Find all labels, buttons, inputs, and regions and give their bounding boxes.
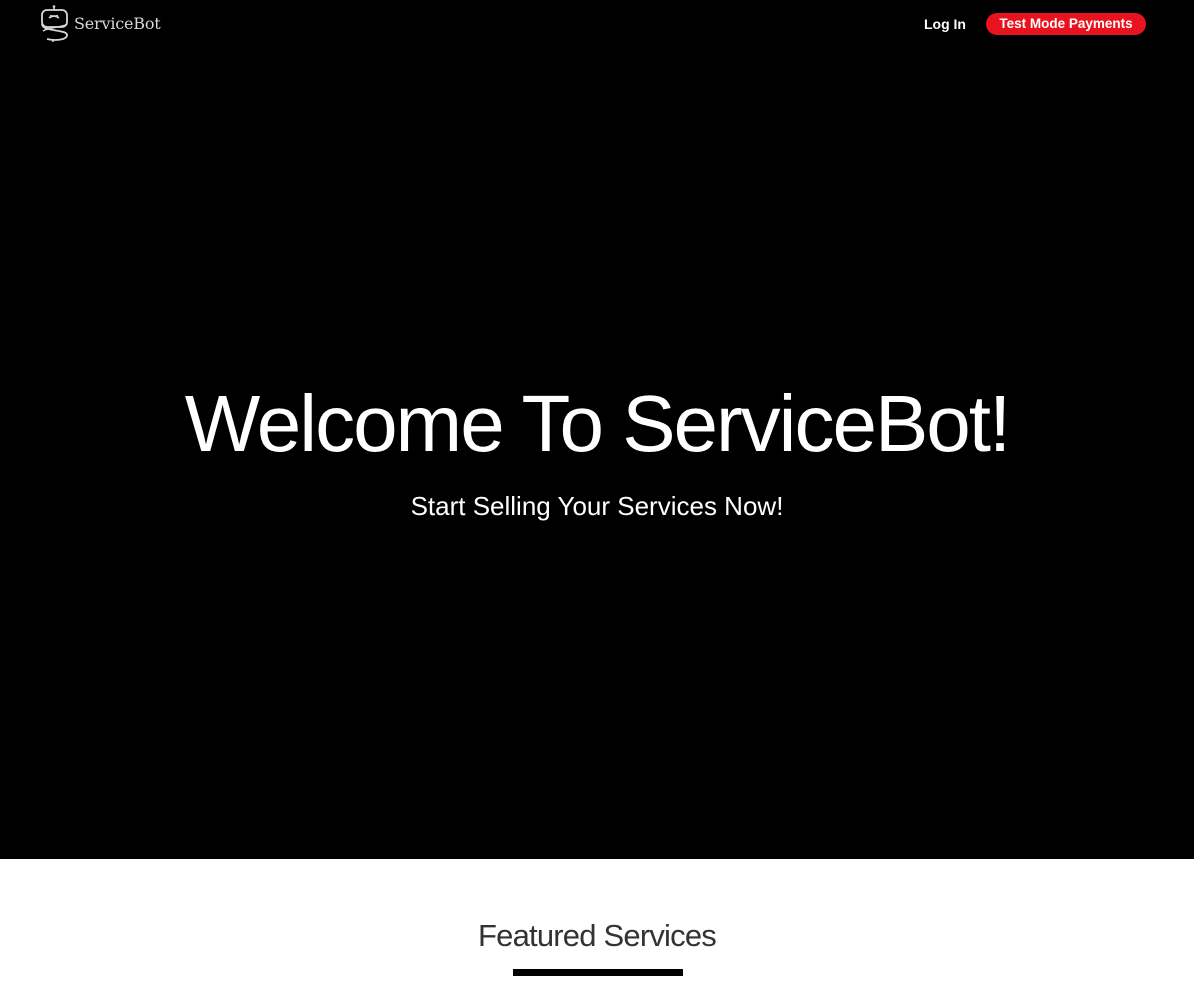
- hero-title: Welcome To ServiceBot!: [184, 379, 1012, 468]
- robot-logo-icon: [41, 5, 68, 42]
- hero-section: ServiceBot Log In Test Mode Payments Wel…: [0, 0, 1194, 859]
- hero-subtitle: Start Selling Your Services Now!: [410, 491, 784, 521]
- featured-services-heading: Featured Services: [478, 918, 717, 953]
- featured-heading-underline: [513, 969, 683, 976]
- test-mode-payments-button[interactable]: Test Mode Payments: [986, 13, 1146, 35]
- brand-logo-link[interactable]: ServiceBot: [39, 5, 161, 43]
- login-link[interactable]: Log In: [924, 15, 966, 33]
- top-navbar: ServiceBot Log In Test Mode Payments: [0, 0, 1194, 48]
- brand-name: ServiceBot: [74, 13, 161, 33]
